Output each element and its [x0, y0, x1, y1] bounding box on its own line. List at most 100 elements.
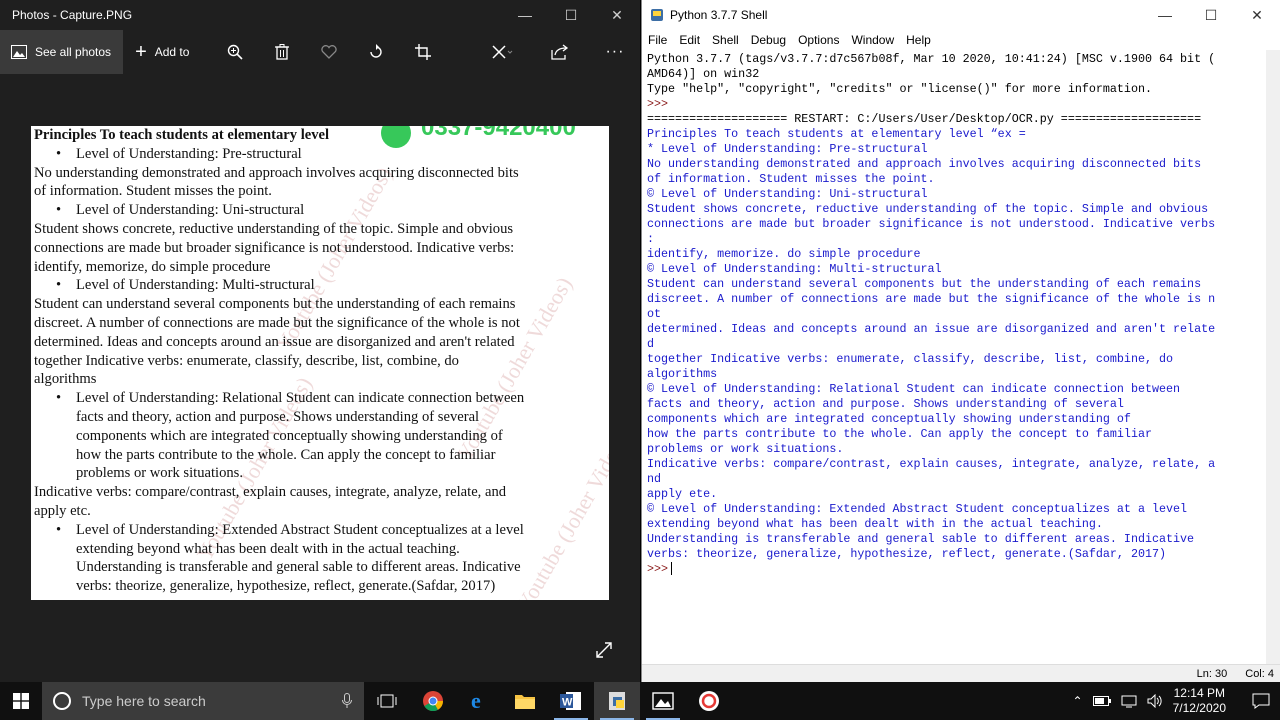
- rotate-icon: [370, 44, 382, 58]
- expand-icon[interactable]: [594, 640, 614, 660]
- battery-icon[interactable]: [1092, 696, 1111, 706]
- file-explorer-taskbar-app[interactable]: [502, 682, 548, 720]
- shell-titlebar: Python 3.7.7 Shell — ☐ ✕: [642, 0, 1280, 30]
- volume-icon[interactable]: [1147, 694, 1163, 708]
- document-line: Indicative verbs: compare/contrast, expl…: [34, 484, 507, 501]
- clock-date: 7/12/2020: [1172, 701, 1226, 715]
- document-line: problems or work situations.: [76, 465, 244, 482]
- minimize-button[interactable]: —: [1142, 0, 1188, 30]
- document-line: apply etc.: [34, 502, 91, 519]
- zoom-button[interactable]: [211, 30, 258, 74]
- taskbar-search-box[interactable]: Type here to search: [42, 682, 364, 720]
- see-all-photos-button[interactable]: See all photos: [0, 30, 124, 74]
- close-button[interactable]: ✕: [1234, 0, 1280, 30]
- document-line: algorithms: [34, 371, 97, 388]
- cortana-icon: [53, 692, 71, 710]
- app-taskbar-app[interactable]: [686, 682, 732, 720]
- shell-output-line: ot: [647, 307, 662, 321]
- task-view-button[interactable]: [364, 682, 410, 720]
- shell-output-line: components which are integrated conceptu…: [647, 412, 1131, 426]
- shell-output-line: * Level of Understanding: Pre-structural: [647, 142, 928, 156]
- edit-create-button[interactable]: [474, 30, 530, 74]
- menu-help[interactable]: Help: [900, 33, 937, 47]
- python-taskbar-app[interactable]: [594, 682, 640, 720]
- vertical-scrollbar[interactable]: [1266, 50, 1280, 664]
- svg-text:W: W: [562, 697, 573, 709]
- document-line: discreet. A number of connections are ma…: [34, 314, 520, 331]
- menu-window[interactable]: Window: [845, 33, 900, 47]
- document-line: facts and theory, action and purpose. Sh…: [76, 408, 480, 425]
- network-icon[interactable]: [1121, 694, 1137, 708]
- document-line: Student shows concrete, reductive unders…: [34, 220, 514, 237]
- shell-output-line: extending beyond what has been dealt wit…: [647, 517, 1103, 531]
- microphone-icon[interactable]: [342, 693, 352, 709]
- document-line: components which are integrated conceptu…: [76, 427, 503, 444]
- document-line: Understanding is transferable and genera…: [76, 559, 521, 576]
- delete-button[interactable]: [258, 30, 305, 74]
- chrome-icon: [423, 691, 444, 712]
- menu-edit[interactable]: Edit: [673, 33, 706, 47]
- photos-taskbar-app[interactable]: [640, 682, 686, 720]
- edge-taskbar-app[interactable]: e: [456, 682, 502, 720]
- favorite-button[interactable]: [305, 30, 352, 74]
- shell-output-line: No understanding demonstrated and approa…: [647, 157, 1202, 171]
- more-options-button[interactable]: ···: [591, 30, 638, 74]
- line-number: Ln: 30: [1196, 667, 1228, 680]
- shell-output-line: Python 3.7.7 (tags/v3.7.7:d7c567b08f, Ma…: [647, 52, 1216, 66]
- shell-output-line: Principles To teach students at elementa…: [647, 127, 1026, 141]
- shell-output[interactable]: Python 3.7.7 (tags/v3.7.7:d7c567b08f, Ma…: [647, 52, 1267, 662]
- document-line: No understanding demonstrated and approa…: [34, 164, 519, 181]
- crop-button[interactable]: [399, 30, 446, 74]
- shell-output-line: of information. Student misses the point…: [647, 172, 935, 186]
- shell-output-line: ==================== RESTART: C:/Users/U…: [647, 112, 1202, 126]
- document-line: extending beyond what has been dealt wit…: [76, 540, 460, 557]
- document-line: verbs: theorize, generalize, hypothesize…: [76, 578, 496, 595]
- rotate-button[interactable]: [352, 30, 399, 74]
- document-heading: Principles To teach students at elementa…: [34, 127, 330, 143]
- start-button[interactable]: [0, 682, 42, 720]
- task-view-icon: [377, 694, 397, 708]
- document-line: of information. Student misses the point…: [34, 183, 272, 200]
- shell-menubar: File Edit Shell Debug Options Window Help: [642, 30, 1280, 50]
- maximize-button[interactable]: ☐: [548, 0, 594, 30]
- trash-icon: [274, 44, 289, 60]
- menu-shell[interactable]: Shell: [706, 33, 745, 47]
- minimize-button[interactable]: —: [502, 0, 548, 30]
- photos-titlebar: Photos - Capture.PNG — ☐ ✕: [0, 0, 640, 30]
- shell-output-line: how the parts contribute to the whole. C…: [647, 427, 1152, 441]
- add-to-label: Add to: [154, 45, 190, 59]
- shell-output-line: Student can understand several component…: [647, 277, 1202, 291]
- clock-time: 12:14 PM: [1173, 686, 1225, 700]
- shell-output-line: identify, memorize. do simple procedure: [647, 247, 921, 261]
- shell-output-line: d: [647, 337, 655, 351]
- see-all-photos-label: See all photos: [35, 45, 112, 59]
- windows-logo-icon: [13, 693, 29, 709]
- system-clock[interactable]: 12:14 PM 7/12/2020: [1173, 686, 1226, 716]
- word-taskbar-app[interactable]: W: [548, 682, 594, 720]
- chrome-taskbar-app[interactable]: [410, 682, 456, 720]
- bullet-item: Level of Understanding: Relational Stude…: [34, 389, 606, 408]
- maximize-button[interactable]: ☐: [1188, 0, 1234, 30]
- menu-debug[interactable]: Debug: [745, 33, 792, 47]
- python-icon: [609, 692, 625, 710]
- bullet-item: Level of Understanding: Multi-structural: [34, 276, 606, 295]
- shell-output-line: © Level of Understanding: Uni-structural: [647, 187, 928, 201]
- shell-output-line: © Level of Understanding: Multi-structur…: [647, 262, 942, 276]
- add-to-button[interactable]: + Add to: [135, 42, 189, 62]
- share-button[interactable]: [536, 30, 583, 74]
- close-button[interactable]: ✕: [594, 0, 640, 30]
- shell-output-line: nd: [647, 472, 662, 486]
- shell-output-line: problems or work situations.: [647, 442, 844, 456]
- menu-options[interactable]: Options: [792, 33, 845, 47]
- shell-output-line: algorithms: [647, 367, 718, 381]
- shell-output-line: discreet. A number of connections are ma…: [647, 292, 1216, 306]
- bullet-item: Level of Understanding: Uni-structural: [34, 201, 606, 220]
- notification-icon[interactable]: [1252, 693, 1270, 709]
- menu-file[interactable]: File: [642, 33, 673, 47]
- svg-text:e: e: [471, 690, 481, 712]
- crop-icon: [414, 44, 431, 60]
- shell-output-line: Student shows concrete, reductive unders…: [647, 202, 1209, 216]
- chevron-up-icon[interactable]: ⌃: [1073, 694, 1083, 708]
- share-icon: [551, 44, 569, 60]
- column-number: Col: 4: [1245, 667, 1274, 680]
